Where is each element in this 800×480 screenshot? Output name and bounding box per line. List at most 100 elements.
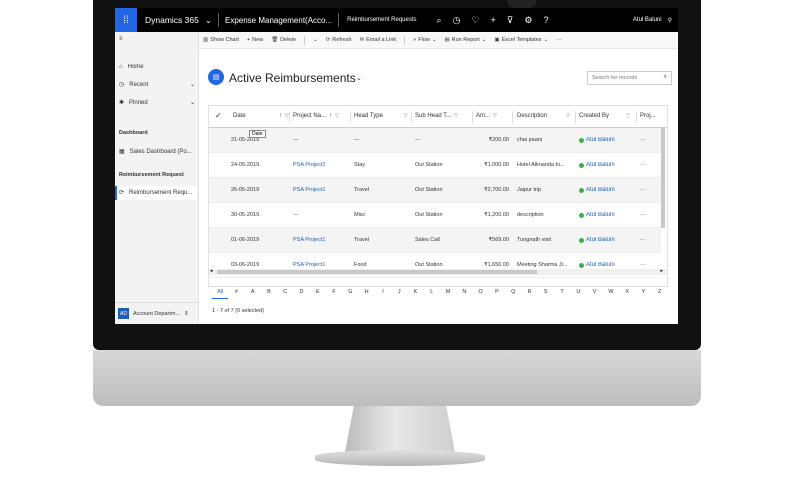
table-cell[interactable]: 26-05-2019 bbox=[231, 187, 287, 193]
alphabet-filter-hash[interactable]: # bbox=[228, 289, 244, 299]
table-row[interactable]: 26-05-2019 PSA Project1 Travel Out Station ₹… bbox=[209, 178, 661, 203]
column-divider[interactable] bbox=[472, 111, 473, 123]
flow-button[interactable]: » Flow ⌄ bbox=[413, 37, 436, 43]
alphabet-filter-k[interactable]: K bbox=[407, 289, 423, 299]
column-header-sub-head-type[interactable]: Sub Head T... ▽ bbox=[415, 113, 458, 119]
overflow-button[interactable]: ··· bbox=[556, 37, 562, 43]
sidebar-item-home[interactable]: ⌂ Home bbox=[119, 64, 195, 70]
column-divider[interactable] bbox=[636, 111, 637, 123]
table-cell[interactable]: Atul Baluni bbox=[579, 187, 635, 193]
alphabet-filter-c[interactable]: C bbox=[277, 289, 293, 299]
horizontal-scrollbar[interactable]: ◂ ▸ bbox=[209, 268, 667, 275]
table-cell[interactable]: ··· bbox=[640, 187, 660, 193]
sidebar-item-pinned[interactable]: ✱ Pinned ⌄ bbox=[119, 99, 195, 107]
area-switcher[interactable]: AD Account Departm... ⇕ bbox=[115, 302, 199, 324]
table-cell[interactable]: 03-06-2019 bbox=[231, 262, 287, 268]
alphabet-filter-a[interactable]: A bbox=[245, 289, 261, 299]
app-launcher-icon[interactable]: ⁞⁞ bbox=[115, 8, 137, 32]
alphabet-filter-x[interactable]: X bbox=[619, 289, 635, 299]
alphabet-filter-d[interactable]: D bbox=[293, 289, 309, 299]
alphabet-filter-z[interactable]: Z bbox=[652, 289, 668, 299]
alphabet-filter-w[interactable]: W bbox=[603, 289, 619, 299]
scrollbar-thumb[interactable] bbox=[217, 270, 537, 274]
alphabet-filter-m[interactable]: M bbox=[440, 289, 456, 299]
table-row[interactable]: 24-05-2019 PSA Project2 Stay Out Station ₹1,… bbox=[209, 153, 661, 178]
table-cell[interactable]: ··· bbox=[640, 137, 660, 143]
table-cell[interactable]: --- bbox=[293, 212, 349, 218]
vertical-scrollbar[interactable] bbox=[661, 128, 665, 228]
filter-icon[interactable]: ▽ bbox=[566, 113, 570, 119]
filter-icon[interactable]: ▽ bbox=[626, 113, 630, 119]
column-divider[interactable] bbox=[575, 111, 576, 123]
table-cell[interactable]: ··· bbox=[640, 162, 660, 168]
alphabet-filter-u[interactable]: U bbox=[570, 289, 586, 299]
table-cell[interactable]: Atul Baluni bbox=[579, 212, 635, 218]
table-row[interactable]: 01-06-2019 PSA Project1 Travel Sales Call ₹5… bbox=[209, 228, 661, 253]
alphabet-filter-o[interactable]: O bbox=[473, 289, 489, 299]
alphabet-filter-v[interactable]: V bbox=[586, 289, 602, 299]
filter-icon[interactable]: ▽ bbox=[404, 113, 408, 119]
table-cell[interactable]: ··· bbox=[640, 212, 660, 218]
table-row[interactable]: 21-05-2019 --- --- --- ₹200.00 chai paani Atul… bbox=[209, 128, 661, 153]
column-divider[interactable] bbox=[289, 111, 290, 123]
table-cell[interactable]: Atul Baluni bbox=[579, 137, 635, 143]
table-cell[interactable]: ··· bbox=[640, 262, 660, 268]
help-icon[interactable]: ? bbox=[543, 15, 548, 26]
alphabet-filter-q[interactable]: Q bbox=[505, 289, 521, 299]
table-cell[interactable]: Atul Baluni bbox=[579, 262, 635, 268]
table-cell[interactable]: --- bbox=[293, 137, 349, 143]
table-cell[interactable]: PSA Project2 bbox=[293, 162, 349, 168]
user-menu[interactable]: Atul Baluni ⚲ bbox=[633, 17, 678, 24]
table-cell[interactable]: 01-06-2019 bbox=[231, 237, 287, 243]
view-title[interactable]: Active Reimbursements bbox=[229, 71, 356, 85]
hamburger-icon[interactable]: ≡ bbox=[119, 36, 195, 42]
delete-button[interactable]: 🗑 Delete bbox=[271, 37, 296, 43]
breadcrumb[interactable]: Reimbursement Requests bbox=[339, 17, 424, 23]
scroll-right-icon[interactable]: ▸ bbox=[660, 268, 663, 274]
column-header-project-name[interactable]: Project Na... ↑ ▽ bbox=[293, 113, 339, 119]
plus-icon[interactable]: + bbox=[491, 15, 496, 26]
search-input[interactable]: Search for records ⌕ bbox=[587, 71, 672, 85]
alphabet-filter-b[interactable]: B bbox=[261, 289, 277, 299]
task-flow-icon[interactable]: ◷ bbox=[453, 15, 461, 26]
column-divider[interactable] bbox=[411, 111, 412, 123]
alphabet-filter-r[interactable]: R bbox=[521, 289, 537, 299]
select-all-checkmark-icon[interactable]: ✓ bbox=[215, 111, 222, 120]
alphabet-filter-y[interactable]: Y bbox=[635, 289, 651, 299]
filter-icon[interactable]: ▽ bbox=[335, 113, 339, 119]
sidebar-item-reimbursement-requests[interactable]: ⟳ Reimbursement Requ... bbox=[119, 189, 195, 197]
alphabet-filter-l[interactable]: L bbox=[424, 289, 440, 299]
gear-icon[interactable]: ⚙ bbox=[524, 15, 532, 26]
filter-icon[interactable]: ▽ bbox=[454, 113, 458, 119]
refresh-button[interactable]: ⟳ Refresh bbox=[326, 37, 352, 43]
run-report-button[interactable]: ▤ Run Report ⌄ bbox=[444, 37, 486, 43]
alphabet-filter-s[interactable]: S bbox=[538, 289, 554, 299]
alphabet-filter-j[interactable]: J bbox=[391, 289, 407, 299]
filter-icon[interactable]: ▽ bbox=[285, 113, 289, 119]
column-divider[interactable] bbox=[350, 111, 351, 123]
alphabet-filter-g[interactable]: G bbox=[342, 289, 358, 299]
alphabet-filter-t[interactable]: T bbox=[554, 289, 570, 299]
table-cell[interactable]: 24-05-2019 bbox=[231, 162, 287, 168]
app-name[interactable]: Expense Management(Acco... bbox=[219, 16, 338, 25]
table-cell[interactable]: PSA Project1 bbox=[293, 187, 349, 193]
table-cell[interactable]: PSA Project1 bbox=[293, 237, 349, 243]
column-divider[interactable] bbox=[512, 111, 513, 123]
table-cell[interactable]: Atul Baluni bbox=[579, 237, 635, 243]
alphabet-filter-n[interactable]: N bbox=[456, 289, 472, 299]
alphabet-filter-all[interactable]: All bbox=[212, 289, 229, 299]
filter-icon[interactable]: ⊽ bbox=[507, 15, 514, 26]
table-row[interactable]: 30-05-2019 --- Misc Out Station ₹1,200.00 des… bbox=[209, 203, 661, 228]
alphabet-filter-e[interactable]: E bbox=[310, 289, 326, 299]
column-header-head-type[interactable]: Head Type ▽ bbox=[354, 113, 408, 119]
sidebar-item-sales-dashboard[interactable]: ▦ Sales Dashboard (Po... bbox=[119, 148, 195, 156]
alphabet-filter-f[interactable]: F bbox=[326, 289, 342, 299]
search-icon[interactable]: ⌕ bbox=[437, 15, 442, 26]
brand[interactable]: Dynamics 365 ⌄ bbox=[137, 15, 218, 26]
column-header-project[interactable]: Proj... bbox=[640, 113, 656, 119]
new-button[interactable]: + New bbox=[247, 37, 263, 43]
table-cell[interactable]: PSA Project1 bbox=[293, 262, 349, 268]
excel-templates-button[interactable]: ▣ Excel Templates ⌄ bbox=[494, 37, 548, 43]
table-cell[interactable]: Atul Baluni bbox=[579, 162, 635, 168]
email-link-button[interactable]: ✉ Email a Link bbox=[360, 37, 397, 43]
